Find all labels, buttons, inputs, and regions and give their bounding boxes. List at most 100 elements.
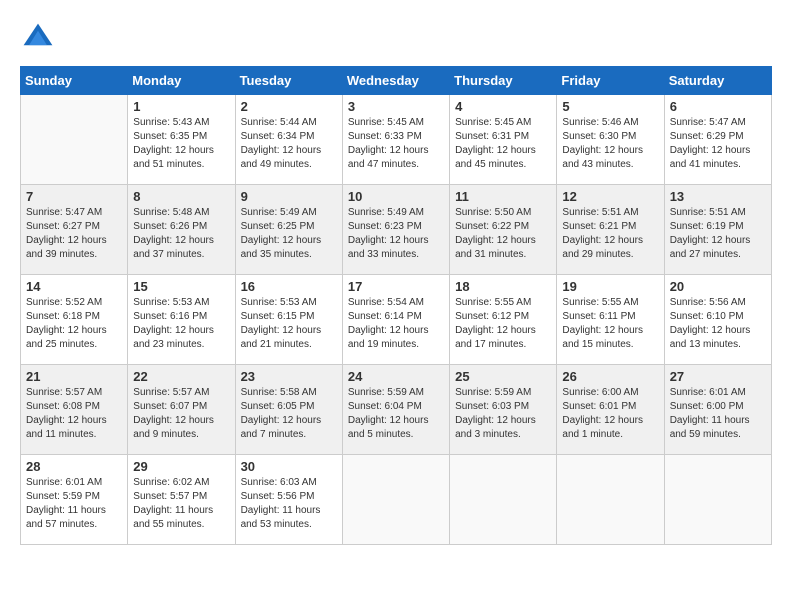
- calendar-header: SundayMondayTuesdayWednesdayThursdayFrid…: [21, 67, 772, 95]
- day-info: Sunrise: 5:47 AM Sunset: 6:27 PM Dayligh…: [26, 206, 122, 262]
- day-number: 9: [241, 189, 337, 204]
- day-info: Sunrise: 5:54 AM Sunset: 6:14 PM Dayligh…: [348, 296, 444, 352]
- calendar-cell: 3 Sunrise: 5:45 AM Sunset: 6:33 PM Daylig…: [342, 95, 449, 185]
- day-number: 15: [133, 279, 229, 294]
- day-number: 16: [241, 279, 337, 294]
- calendar-cell: 17 Sunrise: 5:54 AM Sunset: 6:14 PM Dayli…: [342, 275, 449, 365]
- calendar-body: 1Sunrise: 5:43 AM Sunset: 6:35 PM Daylig…: [21, 95, 772, 545]
- day-info: Sunrise: 6:01 AM Sunset: 6:00 PM Dayligh…: [670, 386, 766, 442]
- day-info: Sunrise: 5:48 AM Sunset: 6:26 PM Dayligh…: [133, 206, 229, 262]
- calendar-cell: 20Sunrise: 5:56 AM Sunset: 6:10 PM Dayli…: [664, 275, 771, 365]
- day-number: 6: [670, 99, 766, 114]
- day-number: 23: [241, 369, 337, 384]
- calendar-cell: 28Sunrise: 6:01 AM Sunset: 5:59 PM Dayli…: [21, 455, 128, 545]
- calendar-cell: [664, 455, 771, 545]
- day-number: 2: [241, 99, 337, 114]
- day-number: 11: [455, 189, 551, 204]
- day-number: 14: [26, 279, 122, 294]
- day-number: 18: [455, 279, 551, 294]
- weekday-header-wednesday: Wednesday: [342, 67, 449, 95]
- day-number: 26: [562, 369, 658, 384]
- calendar-cell: 4 Sunrise: 5:45 AM Sunset: 6:31 PM Daylig…: [450, 95, 557, 185]
- day-info: Sunrise: 5:46 AM Sunset: 6:30 PM Dayligh…: [562, 116, 658, 172]
- day-info: Sunrise: 5:45 AM Sunset: 6:31 PM Dayligh…: [455, 116, 551, 172]
- day-info: Sunrise: 5:44 AM Sunset: 6:34 PM Dayligh…: [241, 116, 337, 172]
- calendar-week-row: 28Sunrise: 6:01 AM Sunset: 5:59 PM Dayli…: [21, 455, 772, 545]
- calendar-cell: 5 Sunrise: 5:46 AM Sunset: 6:30 PM Daylig…: [557, 95, 664, 185]
- day-number: 8: [133, 189, 229, 204]
- logo-icon: [20, 20, 56, 56]
- calendar-cell: [342, 455, 449, 545]
- day-number: 5: [562, 99, 658, 114]
- day-info: Sunrise: 5:51 AM Sunset: 6:19 PM Dayligh…: [670, 206, 766, 262]
- day-info: Sunrise: 5:51 AM Sunset: 6:21 PM Dayligh…: [562, 206, 658, 262]
- day-info: Sunrise: 5:49 AM Sunset: 6:25 PM Dayligh…: [241, 206, 337, 262]
- day-info: Sunrise: 5:49 AM Sunset: 6:23 PM Dayligh…: [348, 206, 444, 262]
- day-number: 19: [562, 279, 658, 294]
- day-info: Sunrise: 6:02 AM Sunset: 5:57 PM Dayligh…: [133, 476, 229, 532]
- calendar-cell: [21, 95, 128, 185]
- calendar-week-row: 7 Sunrise: 5:47 AM Sunset: 6:27 PM Daylig…: [21, 185, 772, 275]
- calendar: SundayMondayTuesdayWednesdayThursdayFrid…: [20, 66, 772, 545]
- calendar-cell: 25Sunrise: 5:59 AM Sunset: 6:03 PM Dayli…: [450, 365, 557, 455]
- day-number: 17: [348, 279, 444, 294]
- day-number: 28: [26, 459, 122, 474]
- day-number: 24: [348, 369, 444, 384]
- calendar-cell: 27 Sunrise: 6:01 AM Sunset: 6:00 PM Dayli…: [664, 365, 771, 455]
- day-number: 30: [241, 459, 337, 474]
- calendar-cell: 21 Sunrise: 5:57 AM Sunset: 6:08 PM Dayli…: [21, 365, 128, 455]
- calendar-cell: 19 Sunrise: 5:55 AM Sunset: 6:11 PM Dayli…: [557, 275, 664, 365]
- calendar-cell: 16 Sunrise: 5:53 AM Sunset: 6:15 PM Dayli…: [235, 275, 342, 365]
- day-number: 20: [670, 279, 766, 294]
- day-info: Sunrise: 6:00 AM Sunset: 6:01 PM Dayligh…: [562, 386, 658, 442]
- calendar-cell: 9 Sunrise: 5:49 AM Sunset: 6:25 PM Daylig…: [235, 185, 342, 275]
- calendar-cell: 30 Sunrise: 6:03 AM Sunset: 5:56 PM Dayli…: [235, 455, 342, 545]
- day-number: 1: [133, 99, 229, 114]
- day-number: 10: [348, 189, 444, 204]
- day-info: Sunrise: 5:52 AM Sunset: 6:18 PM Dayligh…: [26, 296, 122, 352]
- calendar-cell: 1Sunrise: 5:43 AM Sunset: 6:35 PM Daylig…: [128, 95, 235, 185]
- calendar-cell: 29 Sunrise: 6:02 AM Sunset: 5:57 PM Dayli…: [128, 455, 235, 545]
- calendar-cell: 8 Sunrise: 5:48 AM Sunset: 6:26 PM Daylig…: [128, 185, 235, 275]
- weekday-header-monday: Monday: [128, 67, 235, 95]
- page-header: [20, 20, 772, 56]
- calendar-cell: 22 Sunrise: 5:57 AM Sunset: 6:07 PM Dayli…: [128, 365, 235, 455]
- day-info: Sunrise: 5:53 AM Sunset: 6:15 PM Dayligh…: [241, 296, 337, 352]
- calendar-cell: 10 Sunrise: 5:49 AM Sunset: 6:23 PM Dayli…: [342, 185, 449, 275]
- calendar-cell: 26 Sunrise: 6:00 AM Sunset: 6:01 PM Dayli…: [557, 365, 664, 455]
- day-info: Sunrise: 5:47 AM Sunset: 6:29 PM Dayligh…: [670, 116, 766, 172]
- calendar-cell: 24 Sunrise: 5:59 AM Sunset: 6:04 PM Dayli…: [342, 365, 449, 455]
- day-info: Sunrise: 6:03 AM Sunset: 5:56 PM Dayligh…: [241, 476, 337, 532]
- weekday-header-sunday: Sunday: [21, 67, 128, 95]
- day-info: Sunrise: 5:57 AM Sunset: 6:07 PM Dayligh…: [133, 386, 229, 442]
- calendar-week-row: 21 Sunrise: 5:57 AM Sunset: 6:08 PM Dayli…: [21, 365, 772, 455]
- day-info: Sunrise: 5:45 AM Sunset: 6:33 PM Dayligh…: [348, 116, 444, 172]
- day-info: Sunrise: 5:55 AM Sunset: 6:11 PM Dayligh…: [562, 296, 658, 352]
- calendar-cell: 12 Sunrise: 5:51 AM Sunset: 6:21 PM Dayli…: [557, 185, 664, 275]
- day-info: Sunrise: 5:55 AM Sunset: 6:12 PM Dayligh…: [455, 296, 551, 352]
- day-number: 21: [26, 369, 122, 384]
- calendar-cell: [450, 455, 557, 545]
- day-info: Sunrise: 5:59 AM Sunset: 6:04 PM Dayligh…: [348, 386, 444, 442]
- weekday-header-tuesday: Tuesday: [235, 67, 342, 95]
- day-number: 3: [348, 99, 444, 114]
- calendar-cell: 18 Sunrise: 5:55 AM Sunset: 6:12 PM Dayli…: [450, 275, 557, 365]
- day-info: Sunrise: 5:50 AM Sunset: 6:22 PM Dayligh…: [455, 206, 551, 262]
- calendar-cell: 2 Sunrise: 5:44 AM Sunset: 6:34 PM Daylig…: [235, 95, 342, 185]
- day-info: Sunrise: 5:53 AM Sunset: 6:16 PM Dayligh…: [133, 296, 229, 352]
- calendar-cell: 6 Sunrise: 5:47 AM Sunset: 6:29 PM Daylig…: [664, 95, 771, 185]
- calendar-week-row: 14 Sunrise: 5:52 AM Sunset: 6:18 PM Dayli…: [21, 275, 772, 365]
- day-number: 25: [455, 369, 551, 384]
- day-number: 29: [133, 459, 229, 474]
- calendar-week-row: 1Sunrise: 5:43 AM Sunset: 6:35 PM Daylig…: [21, 95, 772, 185]
- calendar-cell: [557, 455, 664, 545]
- day-number: 12: [562, 189, 658, 204]
- day-number: 7: [26, 189, 122, 204]
- calendar-cell: 14 Sunrise: 5:52 AM Sunset: 6:18 PM Dayli…: [21, 275, 128, 365]
- calendar-cell: 7 Sunrise: 5:47 AM Sunset: 6:27 PM Daylig…: [21, 185, 128, 275]
- day-number: 4: [455, 99, 551, 114]
- day-number: 22: [133, 369, 229, 384]
- calendar-cell: 13Sunrise: 5:51 AM Sunset: 6:19 PM Dayli…: [664, 185, 771, 275]
- day-number: 27: [670, 369, 766, 384]
- day-info: Sunrise: 5:57 AM Sunset: 6:08 PM Dayligh…: [26, 386, 122, 442]
